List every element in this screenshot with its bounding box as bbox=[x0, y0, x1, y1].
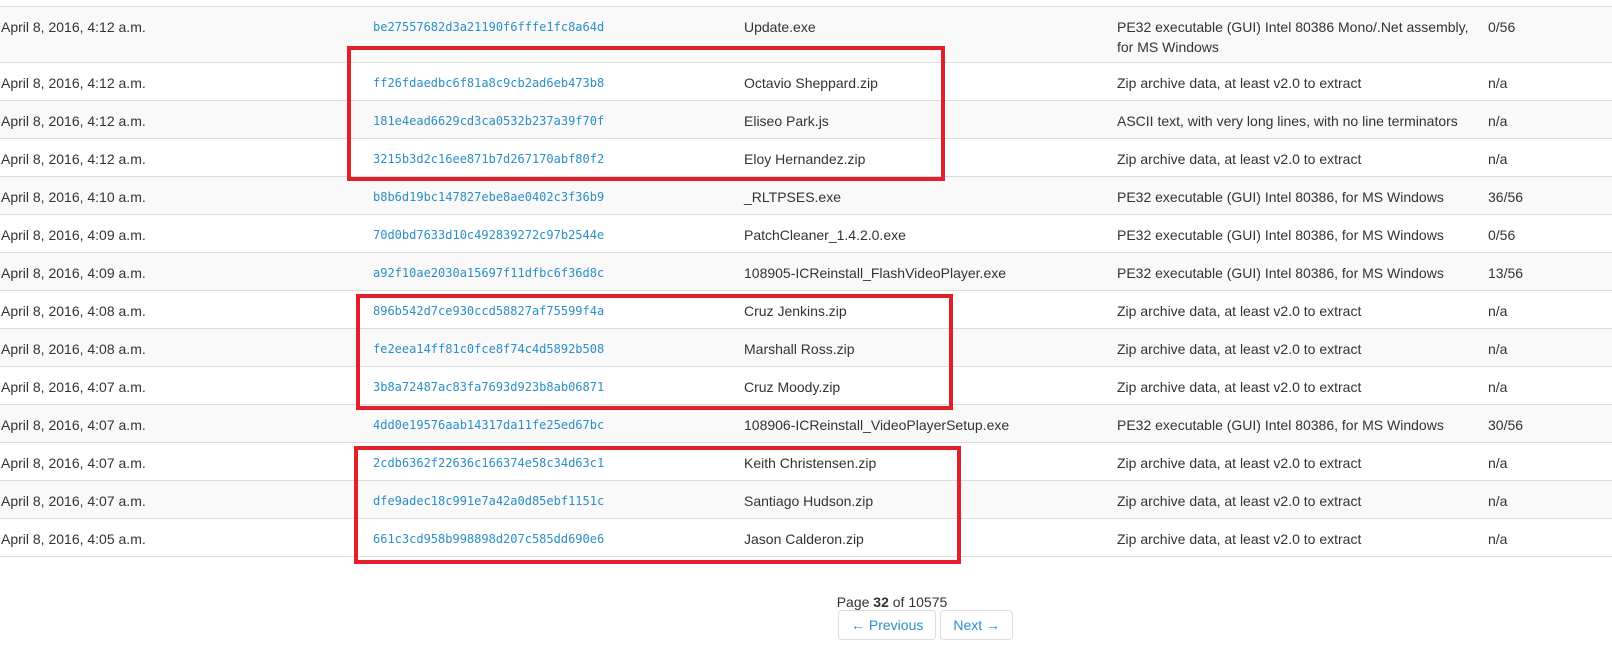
submission-date: April 8, 2016, 4:07 a.m. bbox=[1, 417, 146, 433]
file-type: PE32 executable (GUI) Intel 80386, for M… bbox=[1117, 227, 1444, 243]
file-type: Zip archive data, at least v2.0 to extra… bbox=[1117, 379, 1362, 395]
submission-date: April 8, 2016, 4:12 a.m. bbox=[1, 113, 146, 129]
submission-date: April 8, 2016, 4:07 a.m. bbox=[1, 493, 146, 509]
submissions-table: April 8, 2016, 4:12 a.m. be27557682d3a21… bbox=[0, 6, 1612, 557]
table-row: April 8, 2016, 4:10 a.m. b8b6d19bc147827… bbox=[0, 177, 1612, 215]
file-name: 108906-ICReinstall_VideoPlayerSetup.exe bbox=[744, 417, 1010, 433]
detection-ratio: n/a bbox=[1488, 151, 1508, 167]
detection-ratio: 0/56 bbox=[1488, 19, 1516, 35]
table-row: April 8, 2016, 4:09 a.m. 70d0bd7633d10c4… bbox=[0, 215, 1612, 253]
file-name: Cruz Jenkins.zip bbox=[744, 303, 847, 319]
table-row: April 8, 2016, 4:12 a.m. be27557682d3a21… bbox=[0, 7, 1612, 63]
file-type: Zip archive data, at least v2.0 to extra… bbox=[1117, 341, 1362, 357]
file-name: PatchCleaner_1.4.2.0.exe bbox=[744, 227, 906, 243]
file-type: Zip archive data, at least v2.0 to extra… bbox=[1117, 75, 1362, 91]
table-row: April 8, 2016, 4:08 a.m. fe2eea14ff81c0f… bbox=[0, 329, 1612, 367]
table-row: April 8, 2016, 4:08 a.m. 896b542d7ce930c… bbox=[0, 291, 1612, 329]
file-name: Octavio Sheppard.zip bbox=[744, 75, 878, 91]
detection-ratio: n/a bbox=[1488, 379, 1508, 395]
submission-date: April 8, 2016, 4:08 a.m. bbox=[1, 341, 146, 357]
file-hash-link[interactable]: 4dd0e19576aab14317da11fe25ed67bc bbox=[373, 415, 604, 435]
file-hash-link[interactable]: fe2eea14ff81c0fce8f74c4d5892b508 bbox=[373, 339, 604, 359]
submission-date: April 8, 2016, 4:12 a.m. bbox=[1, 151, 146, 167]
file-type: Zip archive data, at least v2.0 to extra… bbox=[1117, 455, 1362, 471]
table-row: April 8, 2016, 4:12 a.m. ff26fdaedbc6f81… bbox=[0, 63, 1612, 101]
detection-ratio: 0/56 bbox=[1488, 227, 1516, 243]
file-name: Eloy Hernandez.zip bbox=[744, 151, 866, 167]
file-hash-link[interactable]: 3b8a72487ac83fa7693d923b8ab06871 bbox=[373, 377, 604, 397]
detection-ratio: n/a bbox=[1488, 341, 1508, 357]
submission-date: April 8, 2016, 4:08 a.m. bbox=[1, 303, 146, 319]
file-name: Jason Calderon.zip bbox=[744, 531, 864, 547]
file-hash-link[interactable]: 2cdb6362f22636c166374e58c34d63c1 bbox=[373, 453, 604, 473]
table-row: April 8, 2016, 4:07 a.m. 3b8a72487ac83fa… bbox=[0, 367, 1612, 405]
file-hash-link[interactable]: dfe9adec18c991e7a42a0d85ebf1151c bbox=[373, 491, 604, 511]
file-name: Marshall Ross.zip bbox=[744, 341, 855, 357]
file-hash-link[interactable]: 896b542d7ce930ccd58827af75599f4a bbox=[373, 301, 604, 321]
detection-ratio: n/a bbox=[1488, 113, 1508, 129]
file-hash-link[interactable]: b8b6d19bc147827ebe8ae0402c3f36b9 bbox=[373, 187, 604, 207]
detection-ratio: n/a bbox=[1488, 75, 1508, 91]
file-type: PE32 executable (GUI) Intel 80386 Mono/.… bbox=[1117, 19, 1469, 55]
detection-ratio: 30/56 bbox=[1488, 417, 1524, 433]
pagination-controls: ← Previous Next → bbox=[838, 610, 1014, 640]
file-name: Eliseo Park.js bbox=[744, 113, 829, 129]
table-row: April 8, 2016, 4:07 a.m. 2cdb6362f22636c… bbox=[0, 443, 1612, 481]
file-hash-link[interactable]: 661c3cd958b998898d207c585dd690e6 bbox=[373, 529, 604, 549]
of-word: of bbox=[892, 594, 905, 610]
submission-date: April 8, 2016, 4:07 a.m. bbox=[1, 379, 146, 395]
file-name: 108905-ICReinstall_FlashVideoPlayer.exe bbox=[744, 265, 1007, 281]
table-row: April 8, 2016, 4:07 a.m. 4dd0e19576aab14… bbox=[0, 405, 1612, 443]
total-pages: 10575 bbox=[908, 594, 948, 610]
submission-date: April 8, 2016, 4:07 a.m. bbox=[1, 455, 146, 471]
detection-ratio: n/a bbox=[1488, 455, 1508, 471]
detection-ratio: n/a bbox=[1488, 493, 1508, 509]
detection-ratio: n/a bbox=[1488, 531, 1508, 547]
file-hash-link[interactable]: 181e4ead6629cd3ca0532b237a39f70f bbox=[373, 111, 604, 131]
file-type: Zip archive data, at least v2.0 to extra… bbox=[1117, 493, 1362, 509]
detection-ratio: 36/56 bbox=[1488, 189, 1524, 205]
file-hash-link[interactable]: a92f10ae2030a15697f11dfbc6f36d8c bbox=[373, 263, 604, 283]
previous-page-button[interactable]: ← Previous bbox=[838, 610, 937, 640]
table-row: April 8, 2016, 4:12 a.m. 181e4ead6629cd3… bbox=[0, 101, 1612, 139]
file-type: Zip archive data, at least v2.0 to extra… bbox=[1117, 151, 1362, 167]
file-name: Update.exe bbox=[744, 19, 816, 35]
next-page-button[interactable]: Next → bbox=[940, 610, 1014, 640]
file-name: Keith Christensen.zip bbox=[744, 455, 877, 471]
file-hash-link[interactable]: 70d0bd7633d10c492839272c97b2544e bbox=[373, 225, 604, 245]
file-type: PE32 executable (GUI) Intel 80386, for M… bbox=[1117, 189, 1444, 205]
table-row: April 8, 2016, 4:09 a.m. a92f10ae2030a15… bbox=[0, 253, 1612, 291]
file-name: Santiago Hudson.zip bbox=[744, 493, 874, 509]
detection-ratio: n/a bbox=[1488, 303, 1508, 319]
file-hash-link[interactable]: 3215b3d2c16ee871b7d267170abf80f2 bbox=[373, 149, 604, 169]
table-row: April 8, 2016, 4:07 a.m. dfe9adec18c991e… bbox=[0, 481, 1612, 519]
file-type: Zip archive data, at least v2.0 to extra… bbox=[1117, 531, 1362, 547]
submission-date: April 8, 2016, 4:09 a.m. bbox=[1, 227, 146, 243]
submission-date: April 8, 2016, 4:05 a.m. bbox=[1, 531, 146, 547]
file-hash-link[interactable]: be27557682d3a21190f6fffe1fc8a64d bbox=[373, 17, 604, 37]
file-name: _RLTPSES.exe bbox=[744, 189, 842, 205]
table-row: April 8, 2016, 4:05 a.m. 661c3cd958b9988… bbox=[0, 519, 1612, 557]
file-type: PE32 executable (GUI) Intel 80386, for M… bbox=[1117, 265, 1444, 281]
detection-ratio: 13/56 bbox=[1488, 265, 1524, 281]
table-row: April 8, 2016, 4:12 a.m. 3215b3d2c16ee87… bbox=[0, 139, 1612, 177]
submission-date: April 8, 2016, 4:12 a.m. bbox=[1, 19, 146, 35]
page-word: Page bbox=[836, 594, 870, 610]
current-page: 32 bbox=[873, 594, 889, 610]
file-type: ASCII text, with very long lines, with n… bbox=[1117, 113, 1458, 129]
submission-date: April 8, 2016, 4:09 a.m. bbox=[1, 265, 146, 281]
file-type: PE32 executable (GUI) Intel 80386, for M… bbox=[1117, 417, 1444, 433]
file-hash-link[interactable]: ff26fdaedbc6f81a8c9cb2ad6eb473b8 bbox=[373, 73, 604, 93]
file-name: Cruz Moody.zip bbox=[744, 379, 841, 395]
submission-date: April 8, 2016, 4:12 a.m. bbox=[1, 75, 146, 91]
pagination-info: Page 32 of 10575 bbox=[0, 593, 1612, 611]
file-type: Zip archive data, at least v2.0 to extra… bbox=[1117, 303, 1362, 319]
submission-date: April 8, 2016, 4:10 a.m. bbox=[1, 189, 146, 205]
